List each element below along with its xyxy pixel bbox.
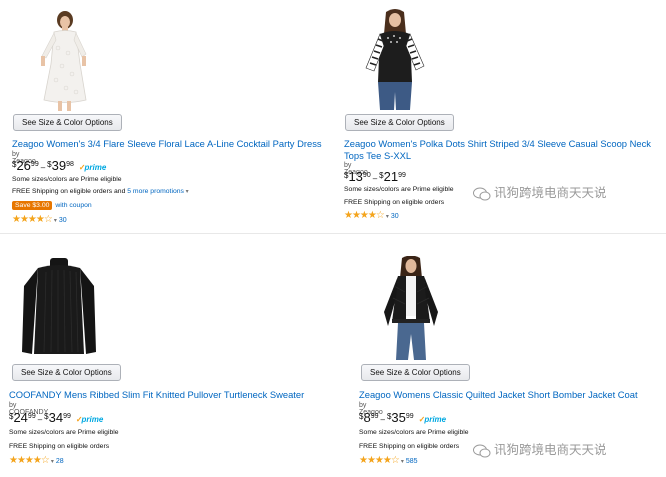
price-low-cents: 99	[27, 413, 36, 420]
watermark: 讯狗跨境电商天天说	[472, 186, 607, 201]
prime-eligible-note: Some sizes/colors are Prime eligible	[9, 429, 119, 436]
watermark: 讯狗跨境电商天天说	[472, 443, 607, 458]
prime-badge-icon: ✓prime	[75, 415, 104, 425]
product-title-link[interactable]: Zeagoo Women's Polka Dots Shirt Striped …	[344, 138, 659, 161]
star-rating-icon[interactable]: ★★★★☆	[344, 210, 385, 221]
shipping-info: FREE Shipping on eligible orders	[9, 443, 110, 450]
price-low-cents: 99	[30, 161, 39, 168]
prime-label: prime	[84, 163, 107, 173]
price-high-cents: 98	[66, 161, 74, 168]
price-high-dollars: 34	[48, 410, 64, 425]
review-count-link[interactable]: 30	[59, 217, 67, 223]
star-rating-icon[interactable]: ★★★★☆	[9, 455, 50, 466]
caret-down-icon: ▾	[53, 218, 57, 223]
prime-eligible-note: Some sizes/colors are Prime eligible	[344, 186, 454, 193]
price-high-dollars: 39	[51, 158, 67, 173]
price-low-currency: $	[12, 160, 17, 169]
product-image[interactable]	[360, 8, 430, 110]
product-title-link[interactable]: Zeagoo Women's 3/4 Flare Sleeve Floral L…	[12, 138, 332, 150]
price-high-currency: $	[44, 412, 49, 421]
row-divider	[0, 233, 666, 234]
price-low-currency: $	[359, 412, 364, 421]
rating-row[interactable]: ★★★★☆ ▾ 585	[359, 456, 418, 467]
product-image[interactable]	[376, 256, 446, 362]
price-low-cents: 99	[370, 413, 379, 420]
coupon-label: with coupon	[55, 202, 92, 209]
wechat-icon	[473, 444, 491, 458]
price-low-currency: $	[9, 412, 14, 421]
see-options-button[interactable]: See Size & Color Options	[345, 114, 454, 131]
rating-row[interactable]: ★★★★☆ ▾ 30	[344, 211, 399, 222]
prime-label: prime	[424, 415, 447, 425]
caret-down-icon: ▾	[183, 189, 189, 195]
price-range: $2699– $3998 ✓prime	[12, 159, 106, 176]
wechat-icon	[473, 187, 491, 201]
prime-badge-icon: ✓prime	[78, 163, 107, 173]
price-low-cents: 90	[362, 172, 371, 179]
product-title-link[interactable]: COOFANDY Mens Ribbed Slim Fit Knitted Pu…	[9, 389, 339, 401]
caret-down-icon: ▾	[400, 459, 404, 465]
shipping-text: FREE Shipping on eligible orders and	[12, 188, 126, 195]
see-options-button[interactable]: See Size & Color Options	[12, 364, 121, 381]
product-title-link[interactable]: Zeagoo Womens Classic Quilted Jacket Sho…	[359, 389, 659, 401]
prime-badge-icon: ✓prime	[418, 415, 447, 425]
price-low-dollars: 8	[363, 410, 371, 425]
price-high-dollars: 21	[383, 169, 399, 184]
review-count-link[interactable]: 585	[406, 458, 418, 465]
caret-down-icon: ▾	[385, 214, 389, 220]
price-high-cents: 99	[63, 413, 71, 420]
price-low-dollars: 13	[348, 169, 363, 184]
price-high-currency: $	[379, 171, 384, 180]
product-image[interactable]	[18, 256, 100, 360]
prime-label: prime	[81, 415, 104, 425]
review-count-link[interactable]: 28	[56, 458, 64, 465]
star-rating-icon[interactable]: ★★★★☆	[12, 215, 53, 223]
more-promotions-link[interactable]: 5 more promotions	[127, 188, 184, 195]
rating-row[interactable]: ★★★★☆ ▾ 30	[12, 215, 67, 223]
price-range: $1390– $2199	[344, 169, 406, 184]
rating-row[interactable]: ★★★★☆ ▾ 28	[9, 456, 64, 467]
price-range: $899– $3599 ✓prime	[359, 411, 446, 428]
price-high-currency: $	[47, 160, 52, 169]
price-low-dollars: 24	[13, 410, 28, 425]
price-low-currency: $	[344, 171, 349, 180]
price-low-dollars: 26	[16, 158, 31, 173]
star-rating-icon[interactable]: ★★★★☆	[359, 455, 400, 466]
price-high-dollars: 35	[391, 410, 406, 425]
price-high-cents: 99	[398, 172, 406, 179]
price-high-currency: $	[386, 412, 392, 421]
price-high-cents: 99	[405, 413, 414, 420]
review-count-link[interactable]: 30	[391, 213, 399, 220]
shipping-info: FREE Shipping on eligible orders and 5 m…	[12, 188, 189, 195]
see-options-button[interactable]: See Size & Color Options	[13, 114, 122, 131]
see-options-button[interactable]: See Size & Color Options	[361, 364, 470, 381]
price-range: $2499– $3499 ✓prime	[9, 411, 103, 428]
coupon-row[interactable]: Save $3.00 with coupon	[12, 201, 92, 210]
save-coupon-badge[interactable]: Save $3.00	[12, 201, 53, 210]
prime-eligible-note: Some sizes/colors are Prime eligible	[359, 429, 469, 436]
caret-down-icon: ▾	[50, 459, 54, 465]
watermark-text: 讯狗跨境电商天天说	[494, 443, 607, 457]
shipping-info: FREE Shipping on eligible orders	[359, 443, 460, 450]
shipping-info: FREE Shipping on eligible orders	[344, 199, 445, 206]
product-image[interactable]	[28, 8, 98, 112]
watermark-text: 讯狗跨境电商天天说	[494, 186, 607, 200]
prime-eligible-note: Some sizes/colors are Prime eligible	[12, 176, 122, 183]
